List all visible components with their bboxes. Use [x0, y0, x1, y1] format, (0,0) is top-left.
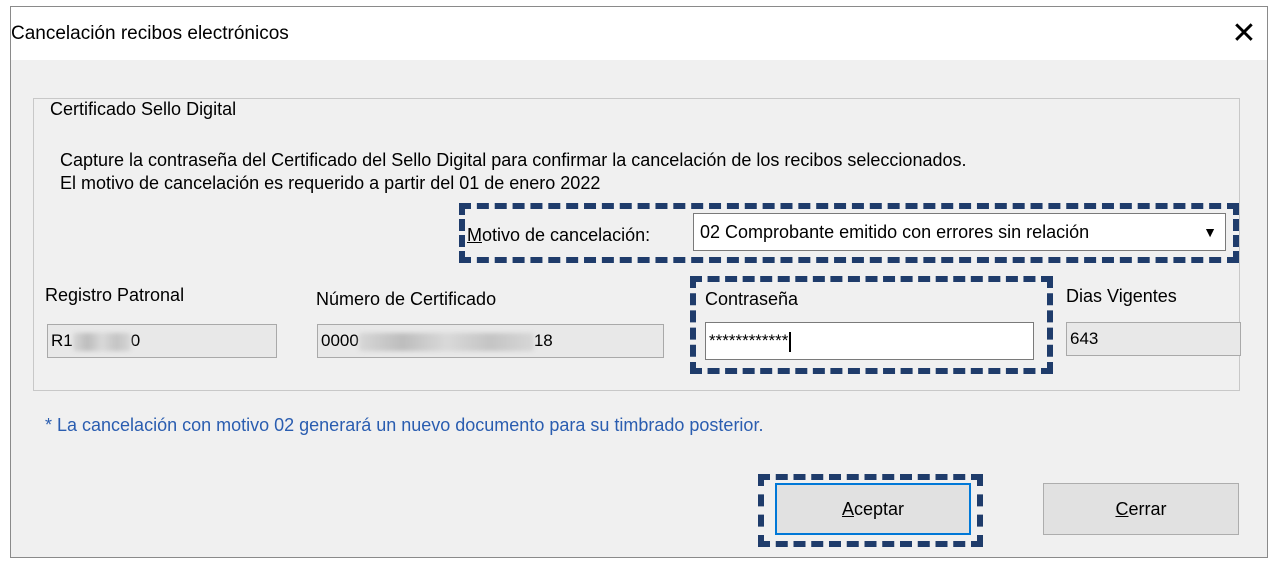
registro-prefix: R1: [51, 331, 73, 350]
contrasena-label: Contraseña: [705, 289, 799, 309]
dialog-title: Cancelación recibos electrónicos: [11, 23, 289, 44]
registro-suffix: 0: [130, 331, 141, 350]
numero-certificado-field: 0000 18: [317, 324, 664, 358]
aceptar-button[interactable]: Aceptar: [775, 483, 971, 535]
numero-certificado-label: Número de Certificado: [316, 289, 497, 309]
registro-patronal-field: R1 0: [47, 324, 277, 358]
close-icon[interactable]: ✕: [1221, 7, 1267, 60]
certificado-prefix: 0000: [321, 331, 359, 350]
instruction-line-1: Capture la contraseña del Certificado de…: [60, 150, 967, 170]
title-bar: Cancelación recibos electrónicos ✕: [11, 7, 1267, 60]
groupbox-legend: Certificado Sello Digital: [46, 99, 241, 120]
dropdown-arrow-icon[interactable]: ▼: [1195, 214, 1225, 250]
registro-patronal-label: Registro Patronal: [45, 285, 185, 305]
redacted-blur: [358, 332, 534, 351]
dias-vigentes-field: 643: [1066, 322, 1241, 356]
motivo-select[interactable]: 02 Comprobante emitido con errores sin r…: [693, 213, 1226, 251]
text-caret: [789, 331, 792, 352]
password-input[interactable]: ************: [705, 322, 1034, 360]
password-mask: ************: [709, 331, 789, 350]
motivo-label: Motivo de cancelación:: [467, 225, 651, 245]
certificado-suffix: 18: [533, 331, 553, 350]
redacted-blur: [72, 332, 131, 351]
cerrar-button[interactable]: Cerrar: [1043, 483, 1239, 535]
cancellation-note: * La cancelación con motivo 02 generará …: [45, 415, 764, 435]
dias-vigentes-label: Dias Vigentes: [1066, 286, 1177, 306]
instruction-line-2: El motivo de cancelación es requerido a …: [60, 173, 601, 193]
motivo-selected-value: 02 Comprobante emitido con errores sin r…: [700, 222, 1090, 242]
